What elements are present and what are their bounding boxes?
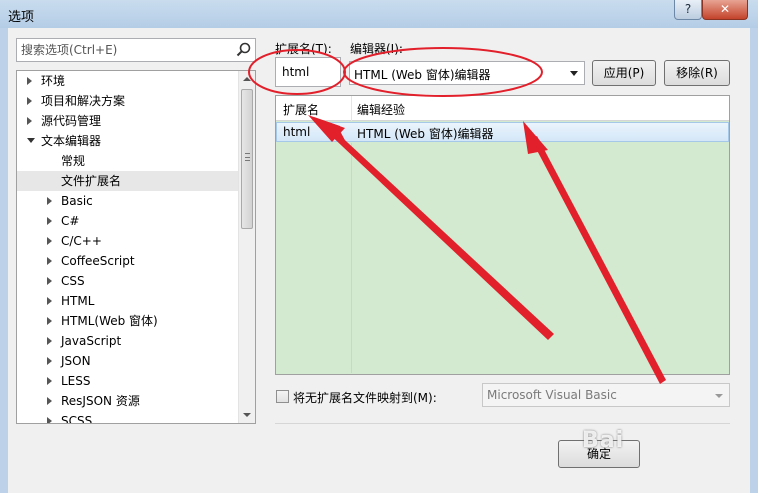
tree-item-label: ResJSON 资源 — [61, 394, 140, 408]
tree-item[interactable]: ResJSON 资源 — [17, 391, 239, 411]
search-icon[interactable] — [235, 41, 253, 59]
tree-item[interactable]: C# — [17, 211, 239, 231]
tree-item-label: JavaScript — [61, 334, 122, 348]
tree-item-label: CSS — [61, 274, 85, 288]
collapsed-arrow-icon[interactable] — [47, 417, 52, 423]
collapsed-arrow-icon[interactable] — [27, 117, 32, 125]
tree-item-label: Basic — [61, 194, 93, 208]
scroll-down-icon[interactable] — [239, 407, 255, 423]
collapsed-arrow-icon[interactable] — [47, 397, 52, 405]
editor-dropdown[interactable]: HTML (Web 窗体)编辑器 — [349, 61, 585, 85]
tree-item[interactable]: LESS — [17, 371, 239, 391]
tree-item[interactable]: 文本编辑器 — [17, 131, 239, 151]
help-button[interactable]: ? — [674, 0, 702, 20]
column-header-extension[interactable]: 扩展名 — [283, 101, 319, 118]
expanded-arrow-icon[interactable] — [27, 138, 35, 143]
tree-item[interactable]: C/C++ — [17, 231, 239, 251]
tree-item-label: 常规 — [61, 154, 86, 168]
tree-item[interactable]: CSS — [17, 271, 239, 291]
tree-item[interactable]: JSON — [17, 351, 239, 371]
tree-item-label: LESS — [61, 374, 91, 388]
collapsed-arrow-icon[interactable] — [47, 377, 52, 385]
collapsed-arrow-icon[interactable] — [27, 77, 32, 85]
collapsed-arrow-icon[interactable] — [47, 297, 52, 305]
tree-item[interactable]: 项目和解决方案 — [17, 91, 239, 111]
collapsed-arrow-icon[interactable] — [47, 277, 52, 285]
close-button[interactable]: ✕ — [702, 0, 748, 20]
map-extensionless-checkbox[interactable] — [276, 390, 289, 403]
tree-item[interactable]: Basic — [17, 191, 239, 211]
tree-item-label: C# — [61, 214, 80, 228]
editor-dropdown-value: HTML (Web 窗体)编辑器 — [354, 68, 491, 82]
window-frame-left — [0, 28, 8, 493]
tree-item[interactable]: HTML — [17, 291, 239, 311]
footer-divider — [275, 423, 730, 424]
chevron-down-icon — [715, 394, 723, 398]
tree-item-label: JSON — [61, 354, 91, 368]
tree-scrollbar[interactable] — [238, 71, 255, 423]
column-header-editor[interactable]: 编辑经验 — [357, 101, 405, 118]
extension-input[interactable] — [275, 57, 341, 87]
tree-item-label: C/C++ — [61, 234, 102, 248]
grip-icon — [245, 153, 250, 161]
collapsed-arrow-icon[interactable] — [47, 317, 52, 325]
tree-item[interactable]: JavaScript — [17, 331, 239, 351]
tree-item-label: 文本编辑器 — [41, 134, 102, 148]
chevron-down-icon — [570, 71, 578, 76]
options-tree: SCSS ResJSON 资源 LESS JSON JavaScript HTML(Web… — [16, 70, 256, 424]
scroll-thumb[interactable] — [241, 89, 253, 229]
map-editor-dropdown: Microsoft Visual Basic — [482, 383, 730, 407]
apply-button[interactable]: 应用(P) — [592, 60, 656, 86]
tree-item[interactable]: 环境 — [17, 71, 239, 91]
title-bar: 选项 ? ✕ — [0, 0, 758, 28]
tree-item-label: HTML — [61, 294, 95, 308]
map-extensionless-label: 将无扩展名文件映射到(M): — [293, 391, 437, 405]
window-frame-right — [750, 28, 758, 493]
tree-item-label: SCSS — [61, 414, 93, 424]
collapsed-arrow-icon[interactable] — [47, 257, 52, 265]
collapsed-arrow-icon[interactable] — [47, 217, 52, 225]
tree-item[interactable]: CoffeeScript — [17, 251, 239, 271]
list-header: 扩展名 编辑经验 — [276, 96, 729, 121]
editor-label: 编辑器(I): — [350, 42, 403, 56]
tree-item-label: 环境 — [41, 74, 66, 88]
tree-item-label: 文件扩展名 — [61, 174, 122, 188]
tree-item[interactable]: HTML(Web 窗体) — [17, 311, 239, 331]
watermark-logo: Bai — [582, 428, 625, 453]
table-row[interactable]: html HTML (Web 窗体)编辑器 — [276, 122, 729, 142]
collapsed-arrow-icon[interactable] — [47, 197, 52, 205]
collapsed-arrow-icon[interactable] — [47, 357, 52, 365]
tree-item-label: 源代码管理 — [41, 114, 102, 128]
map-editor-value: Microsoft Visual Basic — [487, 388, 617, 402]
scroll-up-icon[interactable] — [239, 71, 255, 87]
collapsed-arrow-icon[interactable] — [27, 97, 32, 105]
tree-item[interactable]: SCSS — [17, 411, 239, 424]
window-title: 选项 — [8, 10, 35, 25]
remove-button[interactable]: 移除(R) — [664, 60, 730, 86]
collapsed-arrow-icon[interactable] — [47, 337, 52, 345]
tree-item[interactable]: 文件扩展名 — [17, 171, 239, 191]
row-editor: HTML (Web 窗体)编辑器 — [357, 127, 494, 141]
tree-item-label: CoffeeScript — [61, 254, 135, 268]
tree-item-label: 项目和解决方案 — [41, 94, 126, 108]
search-box — [16, 38, 256, 62]
column-divider[interactable] — [351, 96, 352, 121]
extension-label: 扩展名(T): — [275, 42, 332, 56]
extension-list: 扩展名 编辑经验 html HTML (Web 窗体)编辑器 — [275, 95, 730, 375]
search-input[interactable] — [19, 41, 229, 59]
tree-item[interactable]: 常规 — [17, 151, 239, 171]
tree-item[interactable]: 源代码管理 — [17, 111, 239, 131]
row-extension: html — [283, 125, 311, 139]
collapsed-arrow-icon[interactable] — [47, 237, 52, 245]
tree-item-label: HTML(Web 窗体) — [61, 314, 158, 328]
column-gridline — [351, 143, 352, 373]
